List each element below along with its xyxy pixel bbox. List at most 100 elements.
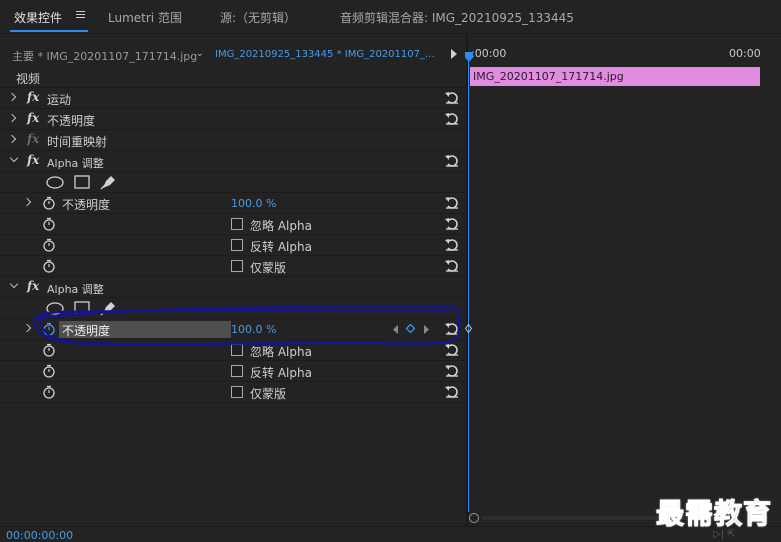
rectangle-mask-icon[interactable] [74,301,90,315]
stopwatch-icon[interactable] [42,238,56,252]
clip-name: IMG_20201107_171714.jpg [473,70,624,83]
effect-name: 时间重映射 [47,135,108,149]
checkbox-label: 仅蒙版 [250,261,287,275]
checkbox-label: 仅蒙版 [250,387,287,401]
fx-icon[interactable]: fx [27,279,39,293]
invert-alpha-checkbox[interactable] [231,239,243,251]
mask-tools-row [0,298,466,319]
rectangle-mask-icon[interactable] [74,175,90,189]
section-label: 视频 [16,72,41,86]
property-row-ignore-alpha-1[interactable]: 忽略 Alpha [0,214,466,235]
tab-effect-controls[interactable]: 效果控件 [14,9,62,26]
property-row-invert-alpha-1[interactable]: 反转 Alpha [0,235,466,256]
effect-name: 不透明度 [47,114,96,128]
checkbox-label: 忽略 Alpha [250,219,312,233]
stopwatch-icon[interactable] [42,196,56,210]
prev-keyframe-icon[interactable] [393,325,399,334]
effect-row-alpha-adjust-2[interactable]: fx Alpha 调整 [0,277,466,298]
ruler-end-time: 00:00 [729,47,761,60]
add-keyframe-icon[interactable] [406,324,415,333]
effect-name: 运动 [47,93,72,107]
chevron-down-icon[interactable]: ⌄ [196,49,204,59]
chevron-right-icon[interactable] [22,197,32,207]
section-header-video: 视频 [0,67,466,88]
chevron-right-icon[interactable] [7,134,17,144]
tab-audio-clip-mixer[interactable]: 音频剪辑混合器: IMG_20210925_133445 [340,9,574,26]
chevron-down-icon[interactable] [9,153,19,163]
chevron-right-icon[interactable] [7,113,17,123]
tab-source[interactable]: 源:（无剪辑） [220,9,296,26]
reset-icon[interactable] [445,322,459,335]
checkbox-label: 反转 Alpha [250,366,312,380]
scroll-handle[interactable] [469,513,479,523]
stopwatch-icon[interactable] [42,259,56,273]
keyframe-marker-icon[interactable] [465,324,472,333]
stopwatch-icon[interactable] [42,385,56,399]
reset-icon[interactable] [445,217,459,230]
mask-only-checkbox[interactable] [231,260,243,272]
reset-icon[interactable] [445,364,459,377]
time-ruler[interactable]: :00:00 00:00 [468,45,781,67]
ignore-alpha-checkbox[interactable] [231,344,243,356]
checkbox-label: 忽略 Alpha [250,345,312,359]
property-row-opacity-1[interactable]: 不透明度 100.0 % [0,193,466,214]
mask-tools-row [0,172,466,193]
chevron-down-icon[interactable] [9,279,19,289]
timeline-clip[interactable]: IMG_20201107_171714.jpg [470,67,760,86]
stopwatch-icon[interactable] [42,217,56,231]
ruler-start-time: :00:00 [471,47,507,60]
reset-icon[interactable] [445,112,459,125]
effect-row-opacity[interactable]: fx 不透明度 [0,109,466,130]
ellipse-mask-icon[interactable] [46,176,64,189]
property-row-opacity-2[interactable]: 不透明度 100.0 % [0,319,466,340]
reset-icon[interactable] [445,385,459,398]
opacity-value[interactable]: 100.0 % [231,323,276,336]
effect-row-motion[interactable]: fx 运动 [0,88,466,109]
current-timecode[interactable]: 00:00:00:00 [6,529,73,542]
opacity-value[interactable]: 100.0 % [231,197,276,210]
property-row-invert-alpha-2[interactable]: 反转 Alpha [0,361,466,382]
sequence-clip-label[interactable]: IMG_20210925_133445 * IMG_20201107_... [215,49,435,60]
reset-icon[interactable] [445,154,459,167]
reset-icon[interactable] [445,238,459,251]
checkbox-label: 反转 Alpha [250,240,312,254]
active-tab-indicator [10,30,88,32]
reset-icon[interactable] [445,259,459,272]
ellipse-mask-icon[interactable] [46,302,64,315]
master-clip-label[interactable]: 主要 * IMG_20201107_171714.jpg [12,48,197,64]
effect-row-time-remap[interactable]: fx 时间重映射 [0,130,466,151]
stopwatch-icon[interactable] [42,343,56,357]
property-row-ignore-alpha-2[interactable]: 忽略 Alpha [0,340,466,361]
watermark-logo: 最需教育 [655,497,773,531]
mask-only-checkbox[interactable] [231,386,243,398]
fx-icon[interactable]: fx [27,90,39,104]
effect-row-alpha-adjust-1[interactable]: fx Alpha 调整 [0,151,466,172]
chevron-right-icon[interactable] [22,323,32,333]
chevron-right-icon[interactable] [7,92,17,102]
property-row-mask-only-1[interactable]: 仅蒙版 [0,256,466,277]
stopwatch-icon[interactable] [42,364,56,378]
property-label: 不透明度 [62,324,111,338]
fx-icon[interactable]: fx [27,111,39,125]
fx-icon[interactable]: fx [27,153,39,167]
effect-name: Alpha 调整 [47,283,104,296]
next-keyframe-icon[interactable] [424,325,430,334]
fx-icon: fx [27,132,40,146]
source-selector-row: 主要 * IMG_20201107_171714.jpg ⌄ IMG_20210… [0,45,466,66]
pen-mask-icon[interactable] [100,173,117,190]
pen-mask-icon[interactable] [100,299,117,316]
property-label: 不透明度 [62,198,111,212]
play-triangle-icon[interactable] [451,49,457,59]
reset-icon[interactable] [445,196,459,209]
tab-lumetri-scopes[interactable]: Lumetri 范围 [108,9,182,26]
effect-name: Alpha 调整 [47,157,104,170]
invert-alpha-checkbox[interactable] [231,365,243,377]
ignore-alpha-checkbox[interactable] [231,218,243,230]
panel-menu-icon[interactable] [76,10,85,19]
stopwatch-icon-active[interactable] [42,322,56,336]
playhead-line[interactable] [468,52,469,512]
reset-icon[interactable] [445,343,459,356]
property-row-mask-only-2[interactable]: 仅蒙版 [0,382,466,403]
reset-icon[interactable] [445,91,459,104]
panel-tab-bar: 效果控件 Lumetri 范围 源:（无剪辑） 音频剪辑混合器: IMG_202… [0,0,781,34]
